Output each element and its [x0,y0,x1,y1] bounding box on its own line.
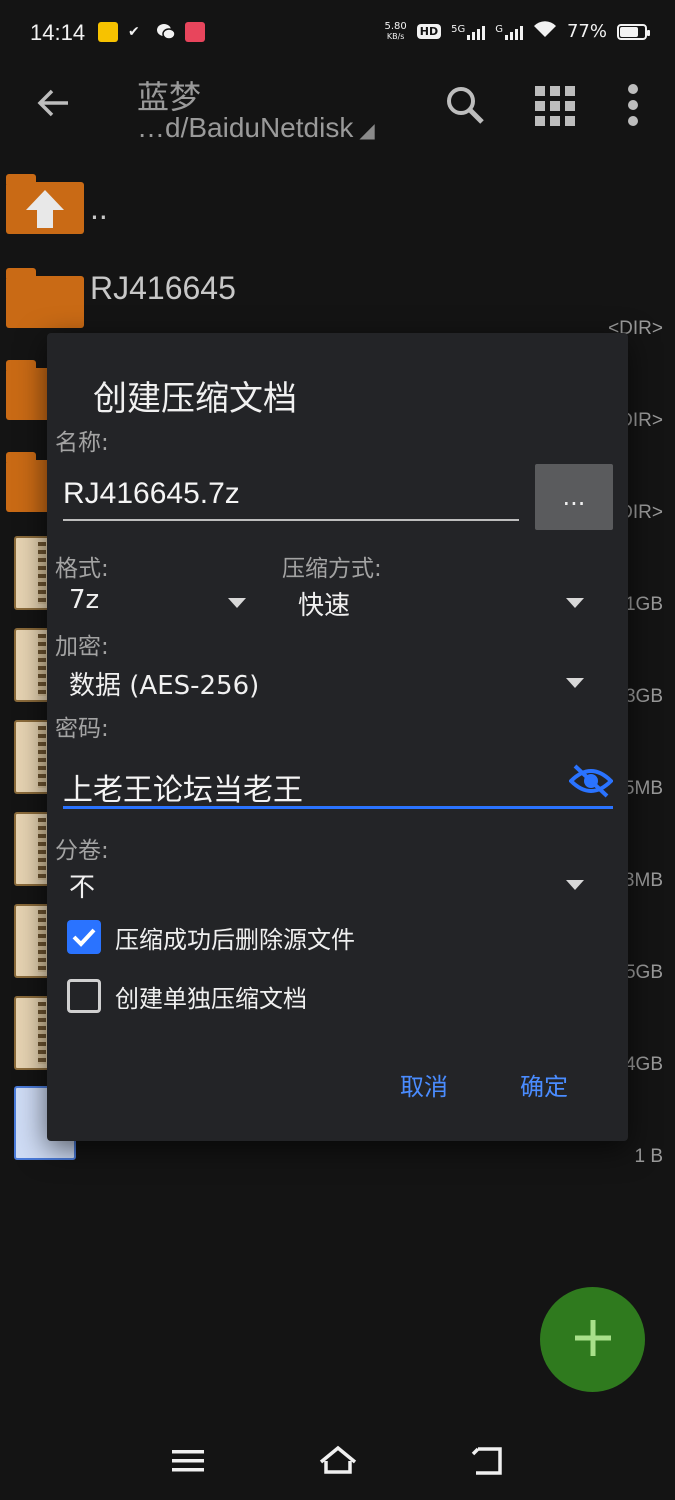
password-input[interactable]: 上老王论坛当老王 [63,765,303,809]
battery-icon [617,23,650,40]
dialog-title: 创建压缩文档 [93,379,297,419]
name-label: 名称: [55,430,109,456]
search-icon[interactable] [444,84,486,130]
parent-dir-label: .. [90,190,108,226]
battery-percent: 77% [566,21,607,42]
chevron-down-icon [566,598,584,608]
dropdown-triangle-icon: ◢ [359,120,375,142]
system-nav-bar [0,1440,675,1500]
net-speed-unit: KB/s [386,31,405,41]
delete-source-checkbox[interactable] [67,920,101,954]
app-badge-icon [185,22,205,42]
name-input-underline [63,519,519,521]
file-meta: 5MB [623,778,663,799]
wechat-icon [156,22,176,42]
password-input-underline [63,806,613,809]
screen: 14:14 ✔ 5.80 KB/s HD 5G G 77% 蓝梦 …d/Baid… [0,0,675,1500]
folder-up-icon [6,174,84,234]
folder-icon [6,268,84,328]
more-vert-icon[interactable] [626,84,640,130]
delete-source-label: 压缩成功后删除源文件 [115,926,355,954]
visibility-off-icon[interactable] [568,764,614,802]
sim1-label: 5G [451,23,466,35]
encrypt-select[interactable]: 数据 (AES-256) [47,663,592,703]
back-nav-icon[interactable] [470,1446,506,1480]
separate-archive-checkbox-row[interactable]: 创建单独压缩文档 [47,976,587,1016]
list-item[interactable]: RJ416645 <DIR> [0,252,675,344]
file-meta: 5GB [624,962,663,983]
chevron-down-icon [566,880,584,890]
sim2-label: G [495,23,503,35]
file-meta: 1 B [634,1146,663,1167]
path-selector[interactable]: …d/BaiduNetdisk ◢ [137,112,375,144]
back-arrow-icon[interactable] [36,86,70,127]
delete-source-checkbox-row[interactable]: 压缩成功后删除源文件 [47,917,587,957]
hd-icon: HD [416,24,442,39]
net-speed: 5.80 KB/s [384,20,407,42]
method-value: 快速 [298,591,351,621]
add-fab-button[interactable] [540,1287,645,1392]
separate-archive-label: 创建单独压缩文档 [115,985,307,1013]
format-label: 格式: [55,556,109,582]
status-time: 14:14 [30,20,86,45]
signal-g-icon: G [495,24,523,40]
menu-icon[interactable] [172,1448,204,1478]
wifi-icon [533,20,557,43]
method-select[interactable]: 快速 [282,583,592,623]
status-right: 5.80 KB/s HD 5G G 77% [384,20,650,43]
password-label: 密码: [55,716,109,742]
grid-view-icon[interactable] [535,86,575,130]
net-speed-value: 5.80 [384,20,407,32]
home-icon[interactable] [318,1444,358,1480]
separate-archive-checkbox[interactable] [67,979,101,1013]
file-name: RJ416645 [90,270,236,306]
plus-icon [573,1307,613,1372]
signal-5g-icon: 5G [451,23,486,40]
chevron-down-icon [228,598,246,608]
path-text: …d/BaiduNetdisk [137,112,354,143]
file-meta: 3MB [623,870,663,891]
list-item-parent[interactable]: .. [0,160,675,252]
check-icon: ✔ [128,24,140,40]
encrypt-label: 加密: [55,634,109,660]
method-label: 压缩方式: [282,556,382,582]
split-value: 不 [69,873,96,903]
ok-button[interactable]: 确定 [520,1067,568,1102]
file-meta: 4GB [624,1054,663,1075]
status-bar: 14:14 ✔ 5.80 KB/s HD 5G G 77% [0,0,675,66]
file-meta: 1GB [624,594,663,615]
chevron-down-icon [566,678,584,688]
format-select[interactable]: 7z [47,583,257,623]
file-meta: 3GB [624,686,663,707]
app-bar: 蓝梦 …d/BaiduNetdisk ◢ [0,66,675,156]
meituan-icon [98,22,118,42]
create-archive-dialog: 创建压缩文档 名称: RJ416645.7z ... 格式: 压缩方式: 7z … [47,333,628,1141]
cancel-button[interactable]: 取消 [400,1067,448,1102]
format-value: 7z [69,585,100,615]
split-label: 分卷: [55,838,109,864]
name-input[interactable]: RJ416645.7z [63,477,240,511]
browse-button[interactable]: ... [535,464,613,530]
encrypt-value: 数据 (AES-256) [69,671,260,701]
split-select[interactable]: 不 [47,865,592,905]
